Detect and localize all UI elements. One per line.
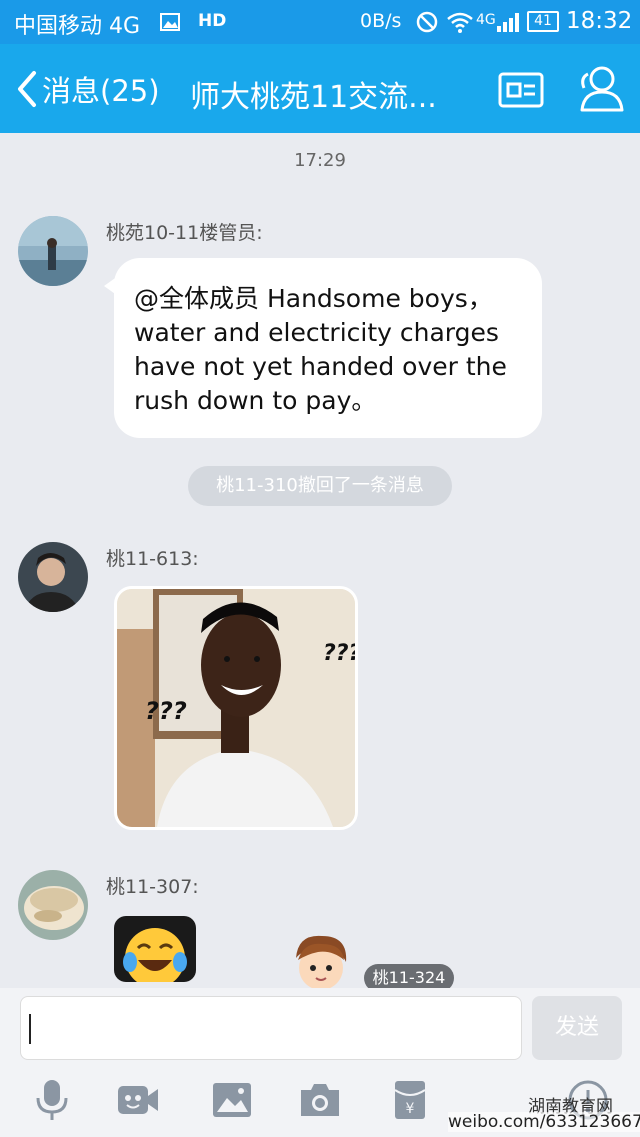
sender-name: 桃苑10-11楼管员: [106, 222, 263, 244]
wifi-icon [447, 12, 473, 33]
chat-title: 师大桃苑11交流... [190, 80, 437, 115]
chat-header: 消息(25) 师大桃苑11交流... [0, 44, 640, 133]
sender-name: 桃11-307: [106, 876, 199, 898]
video-icon[interactable] [116, 1078, 160, 1122]
send-button[interactable]: 发送 [532, 996, 622, 1060]
do-not-disturb-icon [416, 11, 438, 33]
back-button[interactable]: 消息(25) [16, 66, 160, 112]
text-cursor [29, 1014, 31, 1044]
sender-name: 桃11-613: [106, 548, 199, 570]
avatar[interactable] [18, 542, 88, 612]
microphone-icon[interactable] [30, 1078, 74, 1122]
chevron-left-icon [18, 71, 36, 107]
back-label: 消息(25) [42, 74, 160, 108]
image-notification-icon [160, 13, 180, 31]
signal-icon [497, 13, 519, 32]
clock: 18:32 [566, 8, 633, 34]
network-type: 4G [476, 12, 496, 28]
cartoon-avatar-icon [296, 935, 347, 990]
message-input[interactable] [20, 996, 522, 1060]
carrier-label: 中国移动 4G [14, 14, 141, 39]
battery-icon: 41 [527, 11, 559, 32]
tears-of-joy-emoji-icon[interactable] [114, 916, 196, 982]
net-speed: 0B/s [360, 10, 402, 32]
camera-icon[interactable] [298, 1078, 342, 1122]
red-packet-icon[interactable]: ¥ [388, 1078, 432, 1122]
group-card-icon[interactable] [498, 70, 544, 110]
hd-label: HD [198, 11, 227, 31]
message-timestamp: 17:29 [294, 150, 346, 171]
svg-text:¥: ¥ [406, 1101, 415, 1117]
image-icon[interactable] [210, 1078, 254, 1122]
meme-image[interactable]: ??? ??? [114, 586, 358, 830]
group-members-icon[interactable] [574, 62, 626, 114]
status-bar: 中国移动 4G HD 0B/s 4G 41 18:32 [0, 0, 640, 44]
watermark-url: weibo.com/6331236674 [448, 1112, 640, 1132]
recall-notice: 桃11-310撤回了一条消息 [188, 466, 452, 506]
message-bubble[interactable]: @全体成员 Handsome boys，water and electricit… [104, 258, 542, 438]
meme-caption-right: ??? [323, 641, 358, 666]
meme-caption-left: ??? [145, 697, 187, 725]
message-text: @全体成员 Handsome boys，water and electricit… [134, 284, 507, 415]
avatar[interactable] [18, 870, 88, 940]
avatar[interactable] [18, 216, 88, 286]
